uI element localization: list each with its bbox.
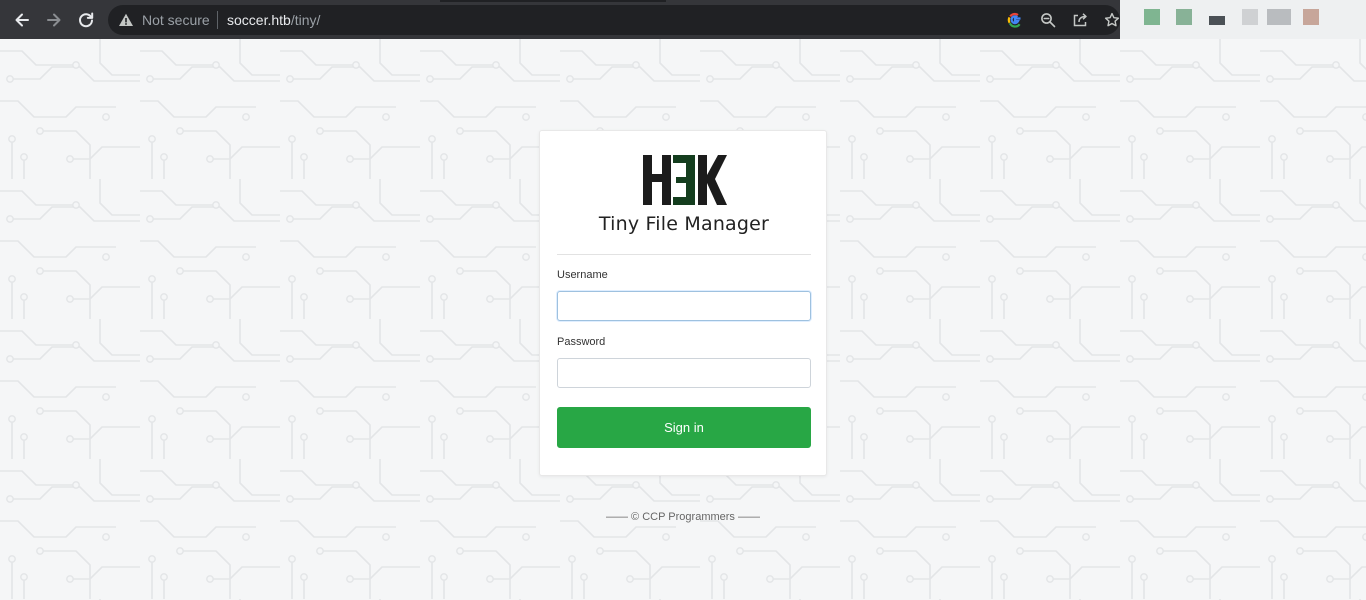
arrow-right-icon bbox=[47, 13, 61, 27]
browser-toolbar: Not secure soccer.htb/tiny/ bbox=[0, 0, 1366, 45]
google-lens-icon[interactable] bbox=[1007, 12, 1023, 28]
bookmark-star-icon[interactable] bbox=[1104, 12, 1120, 28]
share-icon[interactable] bbox=[1072, 12, 1088, 28]
forward-button[interactable] bbox=[42, 8, 66, 32]
omnibox-divider bbox=[217, 11, 218, 29]
login-card: Tiny File Manager Username Password Sign… bbox=[539, 130, 827, 476]
url-path: /tiny/ bbox=[290, 12, 321, 28]
reload-button[interactable] bbox=[74, 8, 98, 32]
arrow-left-icon bbox=[15, 13, 29, 27]
password-label: Password bbox=[557, 336, 606, 348]
reload-icon bbox=[79, 12, 94, 28]
h3k-logo bbox=[643, 155, 727, 205]
username-input[interactable] bbox=[557, 291, 811, 321]
back-button[interactable] bbox=[10, 8, 34, 32]
extension-icon[interactable] bbox=[1209, 16, 1225, 25]
url-host: soccer.htb bbox=[227, 12, 291, 28]
sign-in-button[interactable]: Sign in bbox=[557, 407, 811, 448]
warning-icon[interactable] bbox=[118, 12, 134, 28]
page-body: Tiny File Manager Username Password Sign… bbox=[0, 39, 1366, 600]
app-title: Tiny File Manager bbox=[598, 213, 770, 235]
password-input[interactable] bbox=[557, 358, 811, 388]
extension-icon[interactable] bbox=[1242, 9, 1258, 25]
username-label: Username bbox=[557, 269, 608, 281]
security-status[interactable]: Not secure bbox=[142, 12, 210, 28]
profile-avatar[interactable] bbox=[1303, 9, 1319, 25]
zoom-out-icon[interactable] bbox=[1040, 12, 1056, 28]
address-bar[interactable]: Not secure soccer.htb/tiny/ bbox=[108, 5, 1120, 35]
url-text[interactable]: soccer.htb/tiny/ bbox=[227, 12, 320, 28]
footer-credit: —— © CCP Programmers —— bbox=[606, 511, 760, 523]
card-divider bbox=[557, 254, 811, 255]
extension-icon[interactable] bbox=[1267, 9, 1291, 25]
extension-icon[interactable] bbox=[1176, 9, 1192, 25]
extension-icon[interactable] bbox=[1144, 9, 1160, 25]
